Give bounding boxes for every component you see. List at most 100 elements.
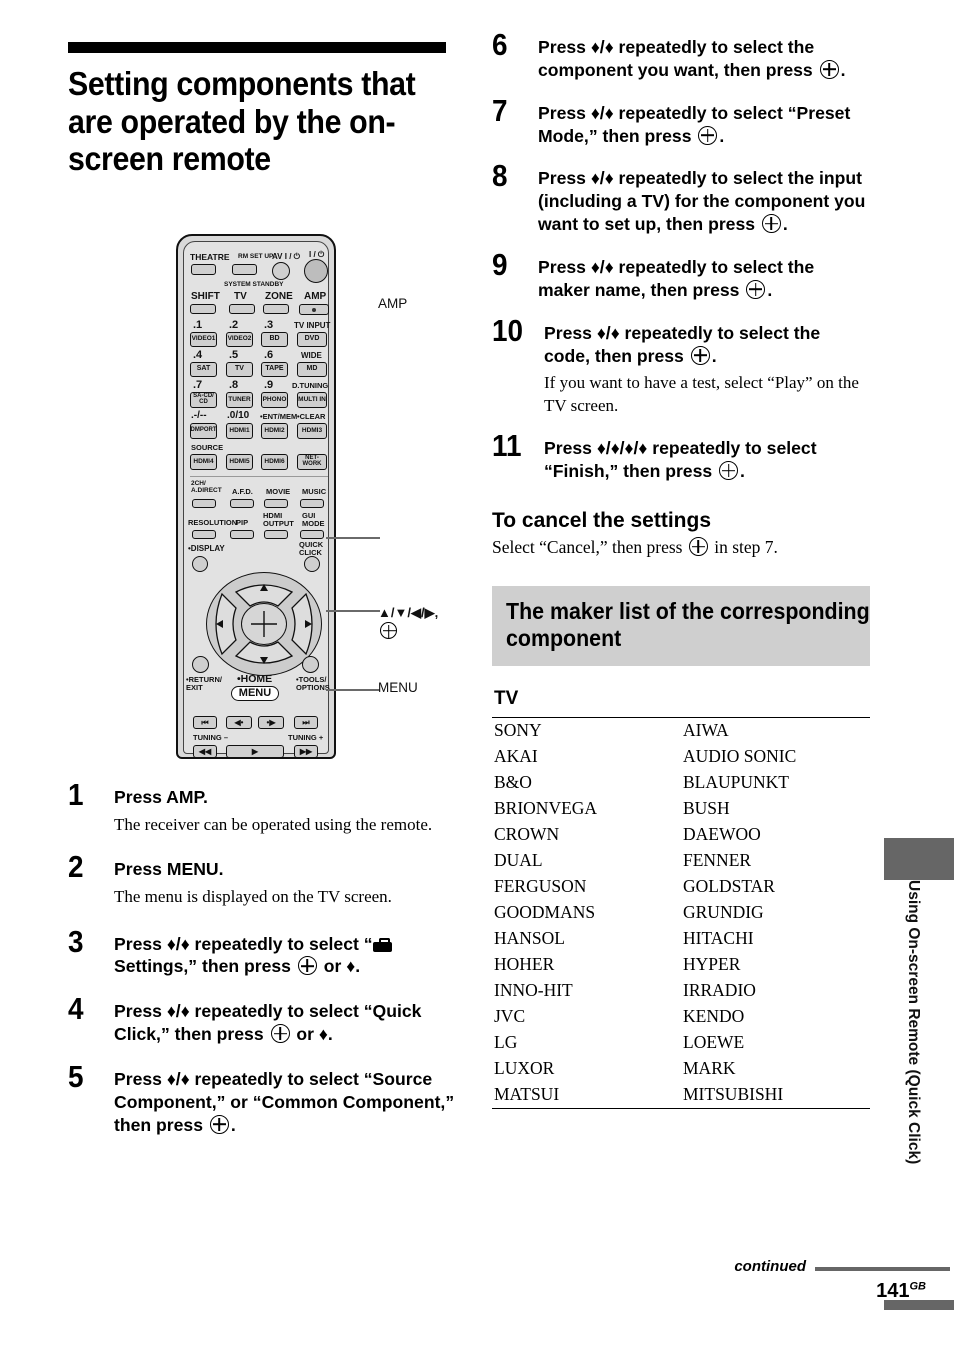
- remote-label-tv-input: TV INPUT: [294, 321, 331, 330]
- remote-key-next[interactable]: ⏭: [294, 716, 318, 729]
- table-row: HOHER HYPER: [492, 952, 870, 978]
- remote-key-amp[interactable]: [299, 304, 329, 315]
- remote-key-theatre[interactable]: [191, 264, 216, 275]
- table-row: B&O BLAUPUNKT: [492, 770, 870, 796]
- remote-key-dmport[interactable]: DMPORT: [190, 423, 217, 439]
- table-row: SONY AIWA: [492, 717, 870, 744]
- table-row: LUXOR MARK: [492, 1056, 870, 1082]
- remote-key-rewind-step[interactable]: ◀•: [226, 716, 252, 729]
- remote-key-zone[interactable]: [263, 304, 289, 314]
- step-9: 9 Press ♦/♦ repeatedly to select the mak…: [492, 249, 870, 302]
- enter-icon: [698, 125, 718, 145]
- step-9-number: 9: [492, 247, 508, 283]
- enter-icon: [690, 345, 710, 365]
- remote-key-menu[interactable]: MENU: [231, 686, 279, 701]
- remote-key-fast-forward[interactable]: ▶▶: [294, 745, 318, 758]
- remote-key-display[interactable]: [192, 556, 208, 572]
- remote-key-play[interactable]: ▶: [226, 745, 284, 758]
- remote-key-video1[interactable]: VIDEO1: [190, 332, 217, 347]
- remote-key-av-power[interactable]: [272, 262, 290, 280]
- remote-num-3: .3: [264, 319, 274, 331]
- remote-key-afd[interactable]: [230, 499, 254, 508]
- remote-key-tools[interactable]: [302, 656, 319, 673]
- remote-key-hdmi5[interactable]: HDMI5: [226, 454, 253, 470]
- maker-cell: HANSOL: [494, 928, 565, 949]
- remote-key-multi-in[interactable]: MULTI IN: [297, 392, 327, 408]
- remote-key-music[interactable]: [300, 499, 324, 508]
- maker-cell: BUSH: [683, 798, 730, 819]
- remote-key-shift[interactable]: [190, 304, 216, 314]
- remote-key-power[interactable]: [304, 259, 328, 283]
- maker-cell: KENDO: [683, 1006, 745, 1027]
- maker-cell: HOHER: [494, 954, 555, 975]
- remote-num-1: .1: [193, 319, 203, 331]
- remote-key-return[interactable]: [192, 656, 209, 673]
- remote-key-prev[interactable]: ⏮: [193, 716, 217, 729]
- remote-key-resolution[interactable]: [192, 530, 216, 539]
- step-8-text-post: .: [782, 214, 788, 235]
- remote-key-dvd[interactable]: DVD: [297, 332, 327, 347]
- step-3-text-pre: Press ♦/♦ repeatedly to select “: [114, 933, 373, 954]
- remote-key-md[interactable]: MD: [297, 362, 327, 377]
- step-3-text-post: or ♦.: [318, 956, 361, 977]
- remote-label-afd: A.F.D.: [232, 487, 253, 496]
- remote-num-dash: .-/--: [191, 410, 207, 421]
- remote-key-gui-mode[interactable]: [300, 530, 324, 539]
- remote-key-hdmi6[interactable]: HDMI6: [261, 454, 288, 470]
- maker-cell: FERGUSON: [494, 876, 587, 897]
- remote-key-tv[interactable]: TV: [226, 362, 253, 377]
- maker-cell: HITACHI: [683, 928, 754, 949]
- remote-key-pip[interactable]: [230, 530, 254, 539]
- remote-key-2ch-adirect[interactable]: [192, 499, 216, 508]
- remote-key-rewind[interactable]: ◀◀: [193, 745, 217, 758]
- maker-cell: AIWA: [683, 720, 729, 741]
- remote-key-hdmi3[interactable]: HDMI3: [297, 423, 327, 439]
- remote-key-phono[interactable]: PHONO: [261, 392, 288, 408]
- step-4-body: Press ♦/♦ repeatedly to select “Quick Cl…: [114, 1000, 468, 1046]
- remote-label-quick-click: QUICK CLICK: [299, 540, 324, 557]
- remote-key-hdmi2[interactable]: HDMI2: [261, 423, 288, 439]
- remote-label-av-power: AV I / ⏻: [272, 252, 300, 261]
- remote-key-bd[interactable]: BD: [261, 332, 288, 347]
- callout-line-dpad: [326, 610, 380, 612]
- step-11-body: Press ♦/♦/♦/♦ repeatedly to select “Fini…: [544, 437, 870, 483]
- remote-num-5: .5: [229, 349, 239, 361]
- table-row: FERGUSON GOLDSTAR: [492, 874, 870, 900]
- remote-key-rm-setup[interactable]: [232, 264, 257, 275]
- remote-key-hdmi4[interactable]: HDMI4: [190, 454, 217, 470]
- remote-key-sacd[interactable]: SA-CD/ CD: [190, 392, 217, 408]
- remote-label-amp: AMP: [304, 291, 327, 302]
- cancel-section-heading: To cancel the settings: [492, 509, 711, 533]
- remote-key-tuner[interactable]: TUNER: [226, 392, 253, 408]
- step-4: 4 Press ♦/♦ repeatedly to select “Quick …: [68, 993, 468, 1046]
- step-11-text-pre: Press ♦/♦/♦/♦ repeatedly to select “Fini…: [544, 438, 817, 482]
- maker-cell: IRRADIO: [683, 980, 756, 1001]
- remote-key-network[interactable]: NET- WORK: [297, 454, 327, 470]
- remote-inner-panel: THEATRE RM SET UP AV I / ⏻ I / ⏻ SYSTEM …: [183, 241, 331, 758]
- remote-key-video2[interactable]: VIDEO2: [226, 332, 253, 347]
- remote-num-0-10: .0/10: [227, 410, 250, 421]
- remote-key-forward-step[interactable]: •▶: [258, 716, 284, 729]
- step-1: 1 Press AMP. The receiver can be operate…: [68, 779, 468, 836]
- step-3-body: Press ♦/♦ repeatedly to select “Settings…: [114, 933, 468, 979]
- table-row: GOODMANS GRUNDIG: [492, 900, 870, 926]
- maker-cell: LUXOR: [494, 1058, 555, 1079]
- maker-cell: CROWN: [494, 824, 560, 845]
- remote-key-hdmi-output[interactable]: [264, 530, 288, 539]
- step-6-text-post: .: [840, 59, 846, 80]
- remote-key-tv-mode[interactable]: [229, 304, 255, 314]
- remote-key-movie[interactable]: [264, 499, 288, 508]
- maker-category-title: TV: [494, 687, 519, 709]
- step-10: 10 Press ♦/♦ repeatedly to select the co…: [492, 315, 870, 418]
- page-number-value: 141: [876, 1280, 910, 1302]
- page-title: Setting components that are operated by …: [68, 65, 416, 178]
- remote-key-quick-click[interactable]: [304, 556, 320, 572]
- callout-label-amp: AMP: [378, 296, 408, 311]
- remote-num-4: .4: [193, 349, 203, 361]
- maker-cell: GRUNDIG: [683, 902, 764, 923]
- remote-key-hdmi1[interactable]: HDMI1: [226, 423, 253, 439]
- remote-key-tape[interactable]: TAPE: [261, 362, 288, 377]
- remote-label-display: •DISPLAY: [188, 544, 225, 553]
- remote-key-sat[interactable]: SAT: [190, 362, 217, 377]
- continued-label: continued: [734, 1258, 806, 1275]
